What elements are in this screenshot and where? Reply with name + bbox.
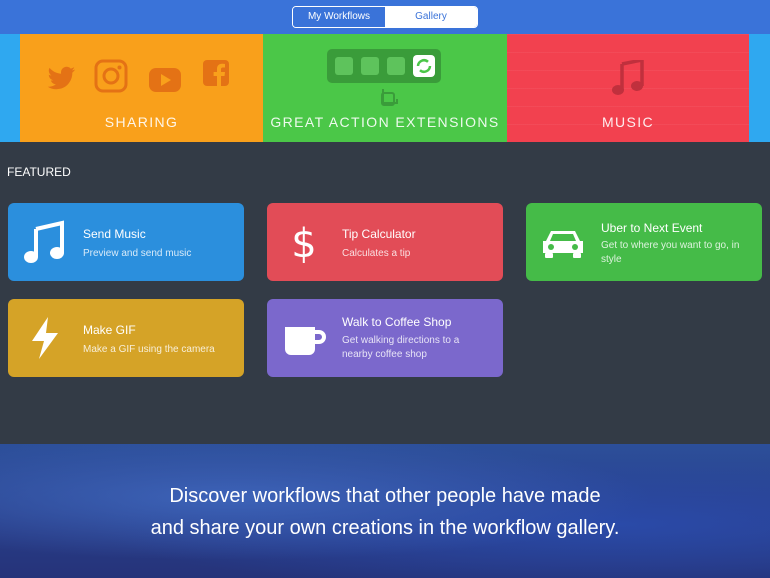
promo-text: Discover workflows that other people hav… bbox=[0, 480, 770, 544]
instagram-icon bbox=[94, 59, 128, 93]
twitter-icon bbox=[47, 66, 75, 90]
card-title: Walk to Coffee Shop bbox=[342, 315, 452, 329]
workflow-card-make-gif[interactable]: Make GIF Make a GIF using the camera bbox=[8, 299, 244, 377]
workflows-gallery-segmented-control: My Workflows Gallery bbox=[292, 6, 478, 28]
workflow-card-uber-to-next-event[interactable]: Uber to Next Event Get to where you want… bbox=[526, 203, 762, 281]
workflow-card-walk-to-coffee-shop[interactable]: Walk to Coffee Shop Get walking directio… bbox=[267, 299, 503, 377]
lightning-icon bbox=[32, 317, 58, 359]
card-subtitle: Make a GIF using the camera bbox=[83, 344, 215, 355]
tab-gallery[interactable]: Gallery bbox=[385, 7, 477, 27]
card-title: Uber to Next Event bbox=[601, 221, 703, 235]
top-navigation-bar: My Workflows Gallery bbox=[0, 0, 770, 34]
promo-line-2: and share your own creations in the work… bbox=[150, 517, 620, 539]
featured-heading: FEATURED bbox=[7, 165, 71, 179]
dollar-icon: $ bbox=[291, 221, 316, 265]
coffee-cup-icon bbox=[285, 327, 326, 355]
card-subtitle: Calculates a tip bbox=[342, 248, 411, 259]
card-title: Make GIF bbox=[83, 323, 136, 337]
music-note-icon bbox=[612, 60, 644, 95]
youtube-icon bbox=[149, 68, 181, 92]
tab-my-workflows[interactable]: My Workflows bbox=[293, 7, 385, 27]
music-note-icon bbox=[24, 220, 64, 263]
banner-music-label: MUSIC bbox=[601, 114, 655, 130]
card-subtitle: Get to where you want to go, in style bbox=[601, 240, 740, 265]
banner-music[interactable]: MUSIC bbox=[507, 34, 749, 142]
gallery-promo: Discover workflows that other people hav… bbox=[0, 444, 770, 578]
banner-great-action-extensions[interactable]: GREAT ACTION EXTENSIONS bbox=[263, 34, 507, 142]
car-icon bbox=[543, 231, 583, 258]
action-extension-icon bbox=[327, 49, 441, 106]
promo-line-1: Discover workflows that other people hav… bbox=[169, 485, 601, 507]
card-subtitle: Get walking directions to a nearby coffe… bbox=[342, 335, 460, 360]
svg-text:$: $ bbox=[291, 221, 316, 265]
card-title: Send Music bbox=[83, 227, 146, 241]
card-subtitle: Preview and send music bbox=[83, 248, 192, 259]
banner-sharing-label: SHARING bbox=[104, 114, 179, 130]
card-title: Tip Calculator bbox=[342, 227, 416, 241]
workflow-card-tip-calculator[interactable]: $ Tip Calculator Calculates a tip bbox=[267, 203, 503, 281]
workflow-card-send-music[interactable]: Send Music Preview and send music bbox=[8, 203, 244, 281]
banner-great-action-extensions-label: GREAT ACTION EXTENSIONS bbox=[270, 114, 500, 130]
category-banner: SHARING GREAT ACTION EXTENSIONS MUSIC bbox=[0, 34, 770, 142]
facebook-icon bbox=[203, 60, 229, 87]
banner-sharing[interactable]: SHARING bbox=[20, 34, 263, 142]
